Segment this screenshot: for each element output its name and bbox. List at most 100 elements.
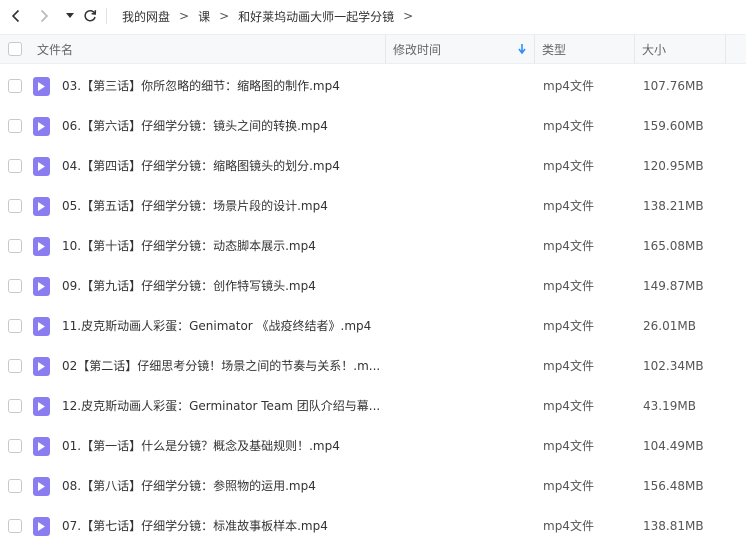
video-file-icon bbox=[33, 157, 50, 176]
video-file-icon bbox=[33, 237, 50, 256]
file-size: 104.49MB bbox=[643, 439, 704, 453]
file-name[interactable]: 01.【第一话】什么是分镜？概念及基础规则！.mp4 bbox=[62, 426, 380, 466]
video-file-icon bbox=[33, 357, 50, 376]
column-header-name[interactable]: 文件名 bbox=[30, 35, 385, 63]
table-row[interactable]: 05.【第五话】仔细学分镜：场景片段的设计.mp4 mp4文件 138.21MB bbox=[0, 186, 746, 226]
column-header-size-label: 大小 bbox=[642, 42, 667, 57]
sort-descending-icon bbox=[518, 44, 526, 54]
video-file-icon bbox=[33, 517, 50, 536]
row-checkbox[interactable] bbox=[8, 439, 22, 453]
row-checkbox[interactable] bbox=[8, 479, 22, 493]
file-type: mp4文件 bbox=[543, 359, 594, 373]
file-name[interactable]: 09.【第九话】仔细学分镜：创作特写镜头.mp4 bbox=[62, 266, 380, 306]
file-type: mp4文件 bbox=[543, 119, 594, 133]
file-name[interactable]: 12.皮克斯动画人彩蛋：Germinator Team 团队介绍与幕... bbox=[62, 386, 380, 426]
file-type: mp4文件 bbox=[543, 519, 594, 533]
breadcrumb-separator: > bbox=[219, 9, 230, 23]
row-checkbox[interactable] bbox=[8, 519, 22, 533]
breadcrumb-item-my-drive[interactable]: 我的网盘 bbox=[122, 8, 170, 25]
chevron-right-icon bbox=[40, 9, 49, 23]
file-size: 149.87MB bbox=[643, 279, 704, 293]
file-size: 107.76MB bbox=[643, 79, 704, 93]
video-file-icon bbox=[33, 317, 50, 336]
video-file-icon bbox=[33, 197, 50, 216]
row-checkbox[interactable] bbox=[8, 279, 22, 293]
file-type: mp4文件 bbox=[543, 319, 594, 333]
breadcrumb-item-current-folder[interactable]: 和好莱坞动画大师一起学分镜 bbox=[238, 8, 394, 25]
file-name[interactable]: 05.【第五话】仔细学分镜：场景片段的设计.mp4 bbox=[62, 186, 380, 226]
back-button[interactable] bbox=[6, 6, 26, 26]
column-header-modified[interactable]: 修改时间 bbox=[386, 35, 534, 63]
row-checkbox[interactable] bbox=[8, 319, 22, 333]
breadcrumb-item-course[interactable]: 课 bbox=[198, 8, 210, 25]
file-name[interactable]: 06.【第六话】仔细学分镜：镜头之间的转换.mp4 bbox=[62, 106, 380, 146]
file-size: 138.81MB bbox=[643, 519, 704, 533]
file-size: 43.19MB bbox=[643, 399, 696, 413]
file-name[interactable]: 08.【第八话】仔细学分镜：参照物的运用.mp4 bbox=[62, 466, 380, 506]
file-name[interactable]: 10.【第十话】仔细学分镜：动态脚本展示.mp4 bbox=[62, 226, 380, 266]
select-all-checkbox[interactable] bbox=[8, 42, 22, 56]
video-file-icon bbox=[33, 77, 50, 96]
breadcrumb-separator: > bbox=[179, 9, 190, 23]
row-checkbox[interactable] bbox=[8, 79, 22, 93]
file-size: 138.21MB bbox=[643, 199, 704, 213]
file-size: 102.34MB bbox=[643, 359, 704, 373]
file-type: mp4文件 bbox=[543, 199, 594, 213]
video-file-icon bbox=[33, 437, 50, 456]
nav-divider bbox=[106, 8, 107, 24]
row-checkbox[interactable] bbox=[8, 239, 22, 253]
row-checkbox[interactable] bbox=[8, 159, 22, 173]
file-size: 120.95MB bbox=[643, 159, 704, 173]
file-type: mp4文件 bbox=[543, 399, 594, 413]
table-row[interactable]: 02【第二话】仔细思考分镜！场景之间的节奏与关系！.m... mp4文件 102… bbox=[0, 346, 746, 386]
table-row[interactable]: 12.皮克斯动画人彩蛋：Germinator Team 团队介绍与幕... mp… bbox=[0, 386, 746, 426]
column-header-modified-label: 修改时间 bbox=[393, 42, 442, 57]
file-name[interactable]: 11.皮克斯动画人彩蛋：Genimator 《战疫终结者》.mp4 bbox=[62, 306, 380, 346]
row-checkbox[interactable] bbox=[8, 119, 22, 133]
table-row[interactable]: 07.【第七话】仔细学分镜：标准故事板样本.mp4 mp4文件 138.81MB bbox=[0, 506, 746, 546]
column-divider[interactable] bbox=[725, 35, 726, 63]
video-file-icon bbox=[33, 477, 50, 496]
file-name[interactable]: 07.【第七话】仔细学分镜：标准故事板样本.mp4 bbox=[62, 506, 380, 546]
video-file-icon bbox=[33, 397, 50, 416]
column-header-size[interactable]: 大小 bbox=[635, 35, 725, 63]
column-header-type[interactable]: 类型 bbox=[535, 35, 634, 63]
file-size: 159.60MB bbox=[643, 119, 704, 133]
file-type: mp4文件 bbox=[543, 439, 594, 453]
file-size: 165.08MB bbox=[643, 239, 704, 253]
file-size: 26.01MB bbox=[643, 319, 696, 333]
video-file-icon bbox=[33, 277, 50, 296]
table-row[interactable]: 04.【第四话】仔细学分镜：缩略图镜头的划分.mp4 mp4文件 120.95M… bbox=[0, 146, 746, 186]
file-type: mp4文件 bbox=[543, 79, 594, 93]
video-file-icon bbox=[33, 117, 50, 136]
row-checkbox[interactable] bbox=[8, 199, 22, 213]
file-size: 156.48MB bbox=[643, 479, 704, 493]
column-header-name-label: 文件名 bbox=[37, 42, 74, 57]
table-row[interactable]: 09.【第九话】仔细学分镜：创作特写镜头.mp4 mp4文件 149.87MB bbox=[0, 266, 746, 306]
table-row[interactable]: 01.【第一话】什么是分镜？概念及基础规则！.mp4 mp4文件 104.49M… bbox=[0, 426, 746, 466]
file-name[interactable]: 04.【第四话】仔细学分镜：缩略图镜头的划分.mp4 bbox=[62, 146, 380, 186]
file-type: mp4文件 bbox=[543, 279, 594, 293]
table-row[interactable]: 03.【第三话】你所忽略的细节：缩略图的制作.mp4 mp4文件 107.76M… bbox=[0, 66, 746, 106]
table-row[interactable]: 08.【第八话】仔细学分镜：参照物的运用.mp4 mp4文件 156.48MB bbox=[0, 466, 746, 506]
file-name[interactable]: 02【第二话】仔细思考分镜！场景之间的节奏与关系！.m... bbox=[62, 346, 380, 386]
breadcrumb-separator: > bbox=[403, 9, 414, 23]
history-dropdown-button[interactable] bbox=[60, 6, 80, 26]
table-row[interactable]: 06.【第六话】仔细学分镜：镜头之间的转换.mp4 mp4文件 159.60MB bbox=[0, 106, 746, 146]
file-type: mp4文件 bbox=[543, 159, 594, 173]
caret-down-icon bbox=[66, 13, 74, 18]
refresh-icon bbox=[84, 9, 97, 22]
file-type: mp4文件 bbox=[543, 479, 594, 493]
table-row[interactable]: 10.【第十话】仔细学分镜：动态脚本展示.mp4 mp4文件 165.08MB bbox=[0, 226, 746, 266]
refresh-button[interactable] bbox=[80, 6, 100, 26]
navigation-bar: 我的网盘 > 课 > 和好莱坞动画大师一起学分镜 > bbox=[0, 0, 746, 32]
file-type: mp4文件 bbox=[543, 239, 594, 253]
row-checkbox[interactable] bbox=[8, 359, 22, 373]
file-table-header: 文件名 修改时间 类型 大小 bbox=[0, 34, 746, 64]
row-checkbox[interactable] bbox=[8, 399, 22, 413]
forward-button[interactable] bbox=[34, 6, 54, 26]
table-row[interactable]: 11.皮克斯动画人彩蛋：Genimator 《战疫终结者》.mp4 mp4文件 … bbox=[0, 306, 746, 346]
column-header-type-label: 类型 bbox=[542, 42, 567, 57]
file-name[interactable]: 03.【第三话】你所忽略的细节：缩略图的制作.mp4 bbox=[62, 66, 380, 106]
breadcrumb: 我的网盘 > 课 > 和好莱坞动画大师一起学分镜 > bbox=[122, 0, 422, 32]
